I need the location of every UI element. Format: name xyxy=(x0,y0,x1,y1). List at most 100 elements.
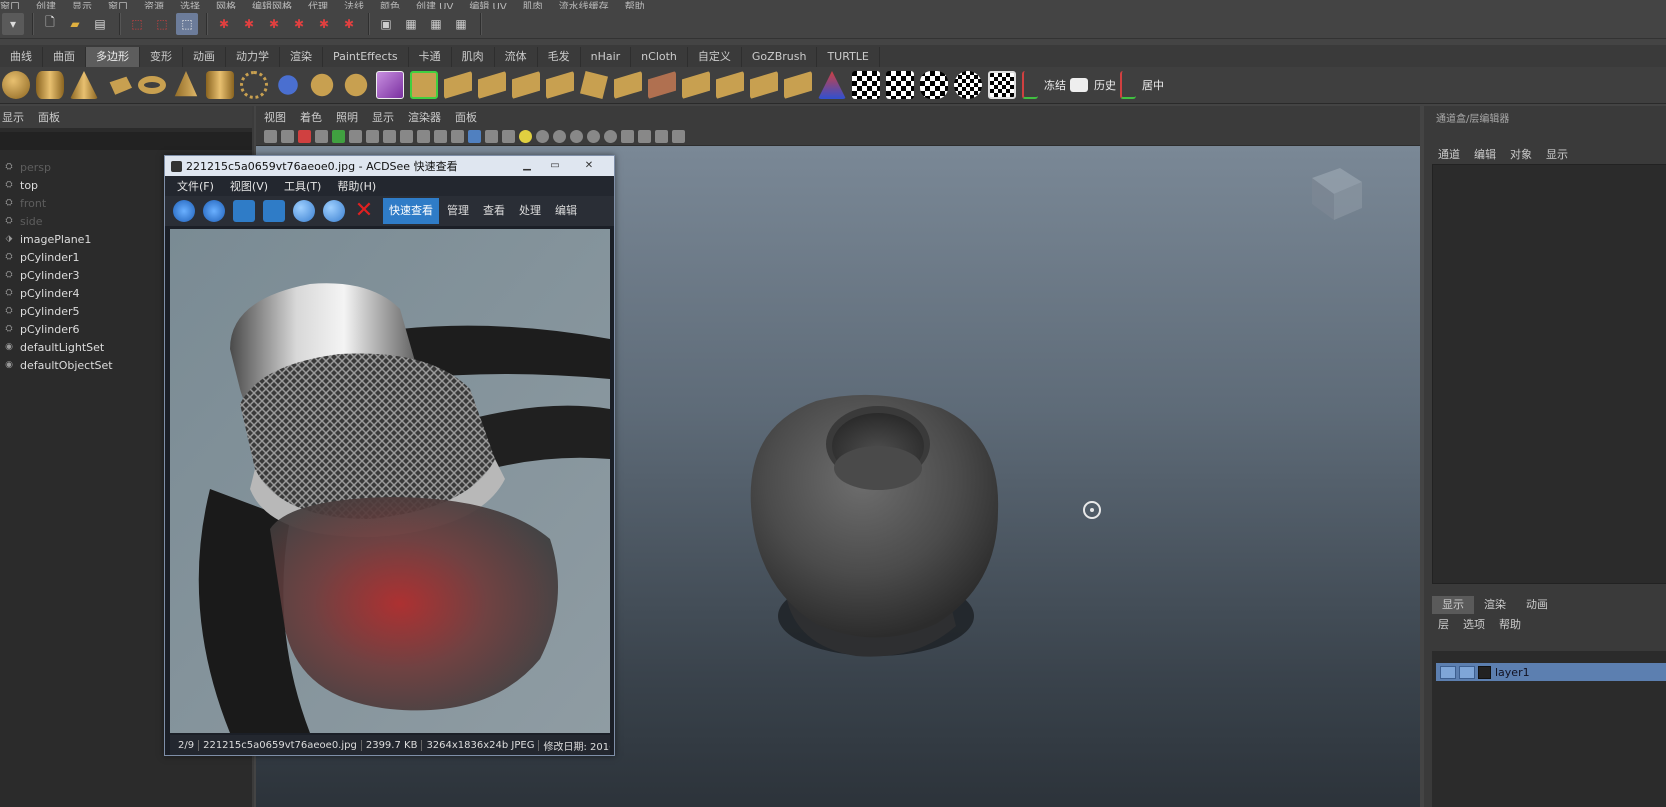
uv-checker-icon[interactable] xyxy=(852,71,880,99)
channel-box-menu-item[interactable]: 编辑 xyxy=(1474,146,1496,164)
poly-torus-icon[interactable] xyxy=(138,76,166,94)
channel-box-menu-item[interactable]: 通道 xyxy=(1438,146,1460,164)
snap-point-icon[interactable]: ✱ xyxy=(263,13,285,35)
open-scene-icon[interactable]: ▰ xyxy=(64,13,86,35)
snap-surface-icon[interactable]: ✱ xyxy=(313,13,335,35)
render-frame-icon[interactable]: ▦ xyxy=(400,13,422,35)
resolution-gate-icon[interactable] xyxy=(366,130,379,143)
shelf-tab[interactable]: 曲线 xyxy=(0,47,43,67)
shelf-tab[interactable]: 动力学 xyxy=(226,47,280,67)
xray-joints-icon[interactable] xyxy=(655,130,668,143)
snap-view-icon[interactable]: ✱ xyxy=(288,13,310,35)
film-gate-icon[interactable] xyxy=(349,130,362,143)
delete-icon[interactable]: ✕ xyxy=(353,200,375,222)
layer-editor-menu-item[interactable]: 帮助 xyxy=(1499,616,1521,632)
channel-box-menu-item[interactable]: 显示 xyxy=(1546,146,1568,164)
acdsee-mode-tab[interactable]: 处理 xyxy=(513,198,547,224)
viewport-menu-item[interactable]: 渲染器 xyxy=(408,109,441,125)
freeze-label[interactable]: 冻结 xyxy=(1044,77,1066,93)
poly-sphere-icon[interactable] xyxy=(2,71,30,99)
sculpt-icon[interactable] xyxy=(818,71,846,99)
image-plane-icon[interactable] xyxy=(315,130,328,143)
bridge-icon[interactable] xyxy=(444,71,472,99)
camera-attributes-icon[interactable] xyxy=(281,130,294,143)
shadows-icon[interactable] xyxy=(536,130,549,143)
textured-icon[interactable] xyxy=(502,130,515,143)
layer-editor-menu-item[interactable]: 层 xyxy=(1438,616,1449,632)
append-polygon-icon[interactable] xyxy=(478,71,506,99)
poly-pipe-icon[interactable] xyxy=(206,71,234,99)
field-chart-icon[interactable] xyxy=(400,130,413,143)
outliner-search-input[interactable] xyxy=(0,132,252,150)
layer-name[interactable]: layer1 xyxy=(1495,666,1530,679)
shelf-tab[interactable]: 渲染 xyxy=(280,47,323,67)
acdsee-mode-tab[interactable]: 管理 xyxy=(441,198,475,224)
poly-plane-icon[interactable] xyxy=(109,76,132,95)
shelf-tab[interactable]: 毛发 xyxy=(538,47,581,67)
smooth-shade-icon[interactable] xyxy=(468,130,481,143)
xray-icon[interactable] xyxy=(638,130,651,143)
save-scene-icon[interactable]: ▤ xyxy=(89,13,111,35)
layer-row[interactable]: layer1 xyxy=(1436,663,1666,681)
freeze-transform-icon[interactable] xyxy=(1022,71,1038,99)
reduce-icon[interactable] xyxy=(682,71,710,99)
maximize-icon[interactable]: ▭ xyxy=(543,158,567,172)
center-label[interactable]: 居中 xyxy=(1142,77,1164,93)
isolate-select-icon[interactable] xyxy=(621,130,634,143)
history-label[interactable]: 历史 xyxy=(1094,77,1116,93)
outliner-menu-panels[interactable]: 面板 xyxy=(38,109,60,125)
bevel-icon[interactable] xyxy=(580,71,608,99)
minimize-icon[interactable]: ▁ xyxy=(515,158,539,172)
center-pivot-icon[interactable] xyxy=(1120,71,1136,99)
select-hierarchy-icon[interactable]: ⬚ xyxy=(126,13,148,35)
layer-type-toggle[interactable] xyxy=(1459,665,1475,679)
screen-space-ao-icon[interactable] xyxy=(553,130,566,143)
layer-color-swatch[interactable] xyxy=(1478,665,1491,679)
shelf-tab[interactable]: GoZBrush xyxy=(742,47,818,67)
zoom-out-icon[interactable] xyxy=(323,200,345,222)
uv-editor-icon[interactable] xyxy=(988,71,1016,99)
merge-icon[interactable] xyxy=(614,71,642,99)
acdsee-menu-item[interactable]: 帮助(H) xyxy=(337,178,376,194)
shelf-tab[interactable]: 流体 xyxy=(495,47,538,67)
poly-pyramid-icon[interactable] xyxy=(174,71,198,97)
acdsee-titlebar[interactable]: 221215c5a0659vt76aeoe0.jpg - ACDSee 快速查看… xyxy=(165,156,614,176)
viewport-menu-item[interactable]: 面板 xyxy=(455,109,477,125)
safe-action-icon[interactable] xyxy=(417,130,430,143)
acdsee-menu-item[interactable]: 工具(T) xyxy=(284,178,321,194)
select-component-icon[interactable]: ⬚ xyxy=(176,12,198,35)
new-scene-icon[interactable]: 🗋 xyxy=(39,13,61,35)
anti-aliasing-icon[interactable] xyxy=(587,130,600,143)
zoom-in-icon[interactable] xyxy=(293,200,315,222)
smooth-icon[interactable] xyxy=(648,71,676,99)
mirror-icon[interactable] xyxy=(784,71,812,99)
shelf-tab[interactable]: 多边形 xyxy=(86,47,140,67)
render-settings-icon[interactable]: ▦ xyxy=(450,13,472,35)
xray-components-icon[interactable] xyxy=(672,130,685,143)
ipr-render-icon[interactable]: ▦ xyxy=(425,13,447,35)
poly-cylinder-icon[interactable] xyxy=(36,71,64,99)
close-icon[interactable]: ✕ xyxy=(577,158,601,172)
motion-blur-icon[interactable] xyxy=(570,130,583,143)
menu-set-dropdown[interactable]: ▾ xyxy=(2,12,24,35)
viewport-menu-item[interactable]: 显示 xyxy=(372,109,394,125)
delete-history-icon[interactable] xyxy=(1070,78,1088,92)
layer-editor-tab[interactable]: 动画 xyxy=(1516,596,1558,614)
shelf-tab[interactable]: 卡通 xyxy=(409,47,452,67)
outliner-menu-display[interactable]: 显示 xyxy=(2,109,24,125)
quadrangulate-icon[interactable] xyxy=(750,71,778,99)
channel-box-area[interactable] xyxy=(1432,164,1666,584)
previous-image-icon[interactable] xyxy=(173,200,195,222)
snap-curve-icon[interactable]: ✱ xyxy=(238,13,260,35)
layer-editor-tab[interactable]: 渲染 xyxy=(1474,596,1516,614)
layer-visibility-toggle[interactable] xyxy=(1440,665,1456,679)
poly-cube-selected-icon[interactable] xyxy=(376,71,404,99)
channel-box-menu-item[interactable]: 对象 xyxy=(1510,146,1532,164)
use-all-lights-icon[interactable] xyxy=(519,130,532,143)
uv-planar-icon[interactable] xyxy=(886,71,914,99)
insert-edge-loop-icon[interactable] xyxy=(546,71,574,99)
select-camera-icon[interactable] xyxy=(264,130,277,143)
shelf-tab[interactable]: TURTLE xyxy=(817,47,880,67)
snap-grid-icon[interactable]: ✱ xyxy=(213,13,235,35)
shelf-tab[interactable]: 肌肉 xyxy=(452,47,495,67)
